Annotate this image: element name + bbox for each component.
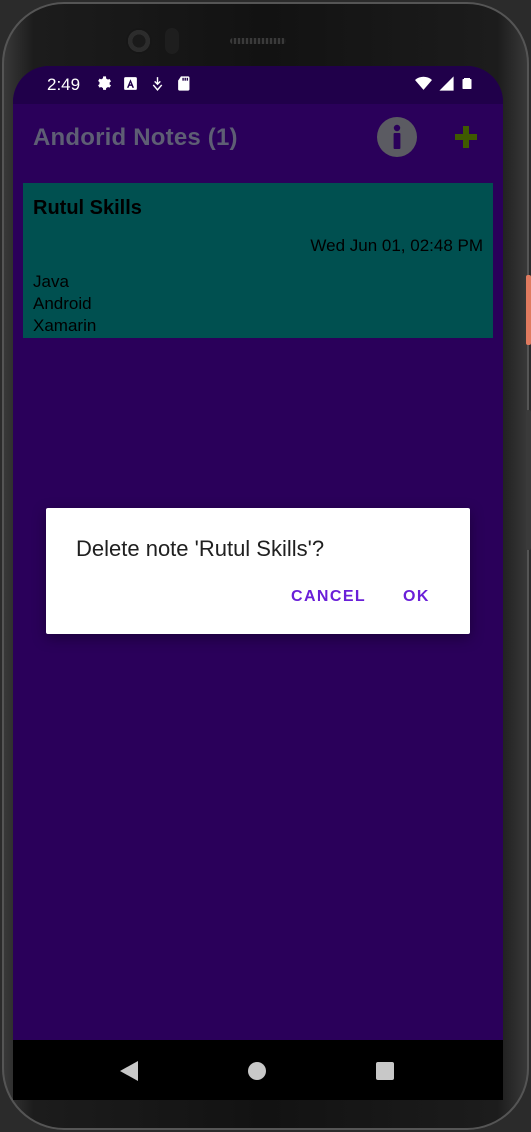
note-date: Wed Jun 01, 02:48 PM: [310, 236, 483, 255]
phone-device: 2:49 Andorid Notes (1) Rutul Skills Wed …: [0, 0, 531, 1132]
status-time: 2:49: [47, 75, 81, 94]
note-body-line: Java: [33, 272, 69, 291]
info-icon[interactable]: [377, 117, 417, 157]
ok-button[interactable]: OK: [403, 588, 430, 606]
signal-icon: [439, 76, 454, 91]
recents-icon[interactable]: [374, 1060, 396, 1082]
front-camera: [126, 28, 152, 54]
note-body-line: Android: [33, 294, 92, 313]
power-button[interactable]: [526, 275, 531, 345]
note-title: Rutul Skills: [33, 197, 142, 219]
app-screen: 2:49 Andorid Notes (1) Rutul Skills Wed …: [13, 66, 503, 1096]
download-icon: [152, 77, 163, 91]
note-body-line: Xamarin: [33, 316, 97, 335]
back-icon[interactable]: [118, 1060, 140, 1082]
dialog-message: Delete note 'Rutul Skills'?: [76, 536, 325, 561]
app-toolbar: Andorid Notes (1): [13, 104, 503, 176]
volume-button[interactable]: [526, 410, 531, 550]
navigation-bar: [13, 1040, 503, 1100]
battery-icon: [462, 78, 472, 89]
cancel-button[interactable]: CANCEL: [291, 588, 366, 606]
status-bar: 2:49: [13, 66, 503, 104]
add-icon[interactable]: [453, 124, 479, 150]
status-icons-left: [95, 75, 193, 92]
status-icons-right: [415, 75, 473, 92]
earpiece-speaker: [230, 38, 286, 44]
wifi-icon: [415, 76, 432, 90]
note-body: Java Android Xamarin: [33, 271, 96, 337]
sd-card-icon: [178, 76, 190, 91]
settings-icon: [98, 76, 112, 90]
home-icon[interactable]: [246, 1060, 268, 1082]
note-card[interactable]: Rutul Skills Wed Jun 01, 02:48 PM Java A…: [23, 183, 493, 338]
app-title: Andorid Notes (1): [33, 124, 238, 151]
a-icon: [124, 77, 137, 90]
proximity-sensor: [165, 28, 179, 54]
delete-confirm-dialog: Delete note 'Rutul Skills'? CANCEL OK: [46, 508, 470, 634]
